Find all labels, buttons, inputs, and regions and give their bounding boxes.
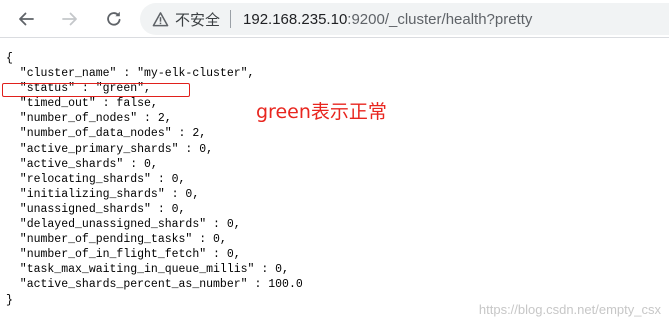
url-host: 192.168.235.10 — [243, 10, 348, 28]
watermark-text: https://blog.csdn.net/empty_csx — [478, 302, 661, 317]
security-status-label[interactable]: 不安全 — [175, 9, 220, 30]
json-line: "active_shards" : 0, — [6, 157, 158, 171]
address-bar[interactable]: 不安全 192.168.235.10:9200/_cluster/health?… — [140, 3, 669, 35]
forward-arrow-icon — [62, 12, 77, 26]
status-annotation: green表示正常 — [256, 101, 387, 123]
json-line: "number_of_pending_tasks" : 0, — [6, 233, 227, 247]
json-line: "initializing_shards" : 0, — [6, 187, 200, 201]
json-line: "active_primary_shards" : 0, — [6, 142, 214, 156]
json-line: "task_max_waiting_in_queue_millis" : 0, — [6, 263, 289, 277]
json-line: "number_of_data_nodes" : 2, — [6, 127, 207, 141]
json-line: "cluster_name" : "my-elk-cluster", — [6, 67, 255, 81]
omnibox-divider — [230, 10, 232, 28]
forward-button[interactable] — [56, 5, 84, 33]
browser-toolbar: 不安全 192.168.235.10:9200/_cluster/health?… — [0, 0, 669, 38]
json-line: } — [6, 293, 13, 307]
json-line: "relocating_shards" : 0, — [6, 172, 186, 186]
warning-triangle-icon[interactable] — [151, 10, 169, 28]
json-line: { — [6, 52, 13, 65]
back-arrow-icon — [19, 12, 34, 26]
url-path: :9200/_cluster/health?pretty — [347, 10, 533, 28]
reload-icon — [107, 11, 121, 26]
json-line: "unassigned_shards" : 0, — [6, 202, 186, 216]
reload-button[interactable] — [100, 5, 128, 33]
url-text[interactable]: 192.168.235.10:9200/_cluster/health?pret… — [243, 11, 532, 28]
status-highlight-box — [2, 83, 190, 97]
json-line: "number_of_in_flight_fetch" : 0, — [6, 248, 241, 262]
json-line: "delayed_unassigned_shards" : 0, — [6, 218, 241, 232]
json-line: "active_shards_percent_as_number" : 100.… — [6, 278, 303, 292]
back-button[interactable] — [12, 5, 40, 33]
